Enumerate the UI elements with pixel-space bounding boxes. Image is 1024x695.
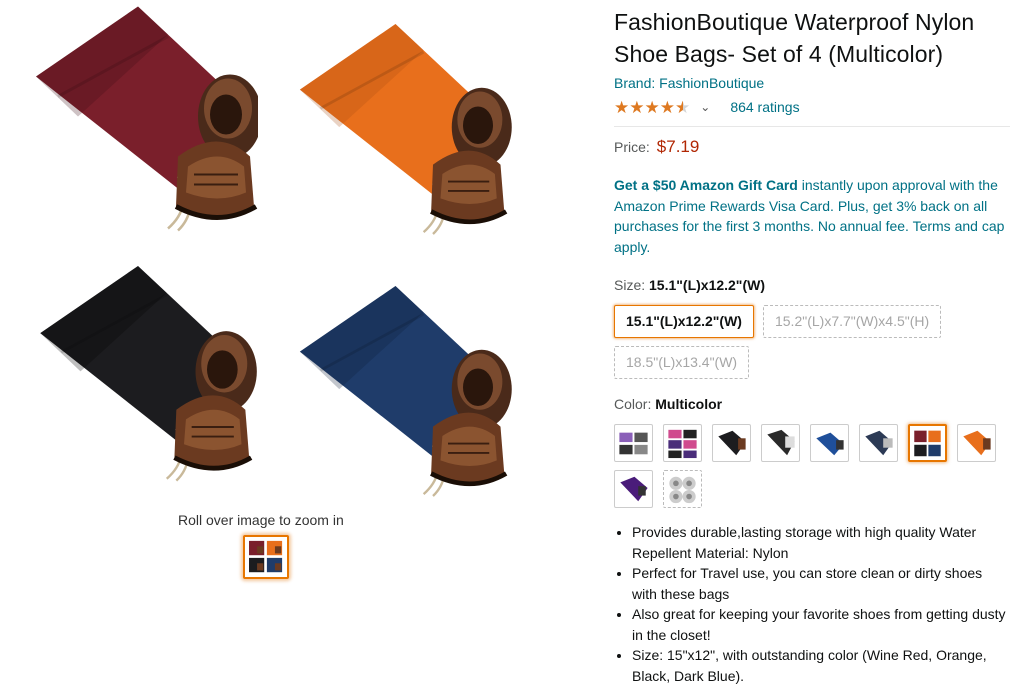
color-swatch[interactable]	[663, 470, 702, 508]
star-icon: ★	[659, 97, 675, 117]
color-label: Color: Multicolor	[614, 396, 723, 412]
orange-shoe-bag-image[interactable]	[273, 24, 518, 249]
color-swatch[interactable]	[810, 424, 849, 462]
color-swatch[interactable]	[761, 424, 800, 462]
star-rating[interactable]: ★ ★ ★ ★ ★	[614, 99, 690, 116]
product-title: FashionBoutique Waterproof Nylon Shoe Ba…	[614, 9, 975, 67]
color-swatch[interactable]	[859, 424, 898, 462]
product-image-gallery[interactable]	[18, 4, 518, 512]
pink-black-bags-swatch-icon	[668, 429, 697, 459]
price-value: $7.19	[656, 137, 700, 156]
wine-red-shoe-bag-image[interactable]	[18, 4, 258, 249]
clear-bags-swatch-icon	[669, 476, 696, 504]
star-icon: ★	[614, 97, 630, 117]
gallery-thumbnail[interactable]	[243, 535, 289, 579]
dark-blue-shoe-bag-image[interactable]	[273, 286, 518, 511]
blue-bag-swatch-icon	[816, 432, 844, 456]
size-option-1[interactable]: 15.1"(L)x12.2"(W)	[614, 305, 754, 338]
brand-link[interactable]: Brand: FashionBoutique	[614, 75, 764, 91]
size-option-2[interactable]: 15.2"(L)x7.7"(W)x4.5"(H)	[762, 305, 942, 338]
star-icon: ★	[629, 97, 645, 117]
feature-bullet: Size: 15"x12", with outstanding color (W…	[632, 645, 1010, 686]
credit-card-promo[interactable]: Get a $50 Amazon Gift Card instantly upo…	[614, 175, 1006, 257]
color-swatch[interactable]	[614, 424, 653, 462]
size-options: 15.1"(L)x12.2"(W) 15.2"(L)x7.7"(W)x4.5"(H…	[614, 305, 1010, 379]
color-swatch[interactable]	[957, 424, 996, 462]
feature-bullet: Also great for keeping your favorite sho…	[632, 604, 1010, 645]
feature-bullet: Provides durable,lasting storage with hi…	[632, 522, 1010, 563]
price-row: Price: $7.19	[614, 137, 1010, 157]
chevron-down-icon[interactable]: ⌄	[700, 100, 710, 114]
half-star-icon: ★	[675, 97, 691, 117]
multicolor-bags-selected-swatch-icon	[914, 430, 941, 457]
black-shoe-bag-image[interactable]	[18, 266, 258, 496]
selected-color: Multicolor	[655, 396, 723, 412]
black-shoe-bag-swatch-icon	[767, 429, 795, 456]
multicolor-bags-swatch-icon	[619, 432, 648, 455]
feature-bullet: Perfect for Travel use, you can store cl…	[632, 563, 1010, 604]
price-label: Price:	[614, 139, 650, 155]
color-swatch[interactable]	[663, 424, 702, 462]
size-label: Size: 15.1"(L)x12.2"(W)	[614, 277, 765, 293]
star-icon: ★	[644, 97, 660, 117]
ratings-count-link[interactable]: 864 ratings	[730, 99, 799, 115]
color-swatch[interactable]	[712, 424, 751, 462]
four-bags-thumbnail-icon	[249, 540, 283, 573]
navy-bags-swatch-icon	[865, 430, 893, 456]
black-bag-swatch-icon	[718, 430, 746, 456]
promo-headline[interactable]: Get a $50 Amazon Gift Card	[614, 177, 798, 193]
color-swatch[interactable]	[614, 470, 653, 508]
divider	[614, 126, 1010, 127]
feature-bullets: Provides durable,lasting storage with hi…	[614, 522, 1010, 686]
rating-row: ★ ★ ★ ★ ★ ⌄ 864 ratings	[614, 97, 1010, 117]
color-swatches	[614, 424, 1010, 508]
color-swatch[interactable]	[908, 424, 947, 462]
zoom-hint: Roll over image to zoom in	[178, 512, 344, 528]
product-info: FashionBoutique Waterproof Nylon Shoe Ba…	[614, 6, 1010, 686]
orange-bag-swatch-icon	[963, 430, 991, 456]
selected-size: 15.1"(L)x12.2"(W)	[649, 277, 765, 293]
size-option-3[interactable]: 18.5"(L)x13.4"(W)	[614, 346, 750, 379]
purple-bag-swatch-icon	[620, 476, 648, 502]
